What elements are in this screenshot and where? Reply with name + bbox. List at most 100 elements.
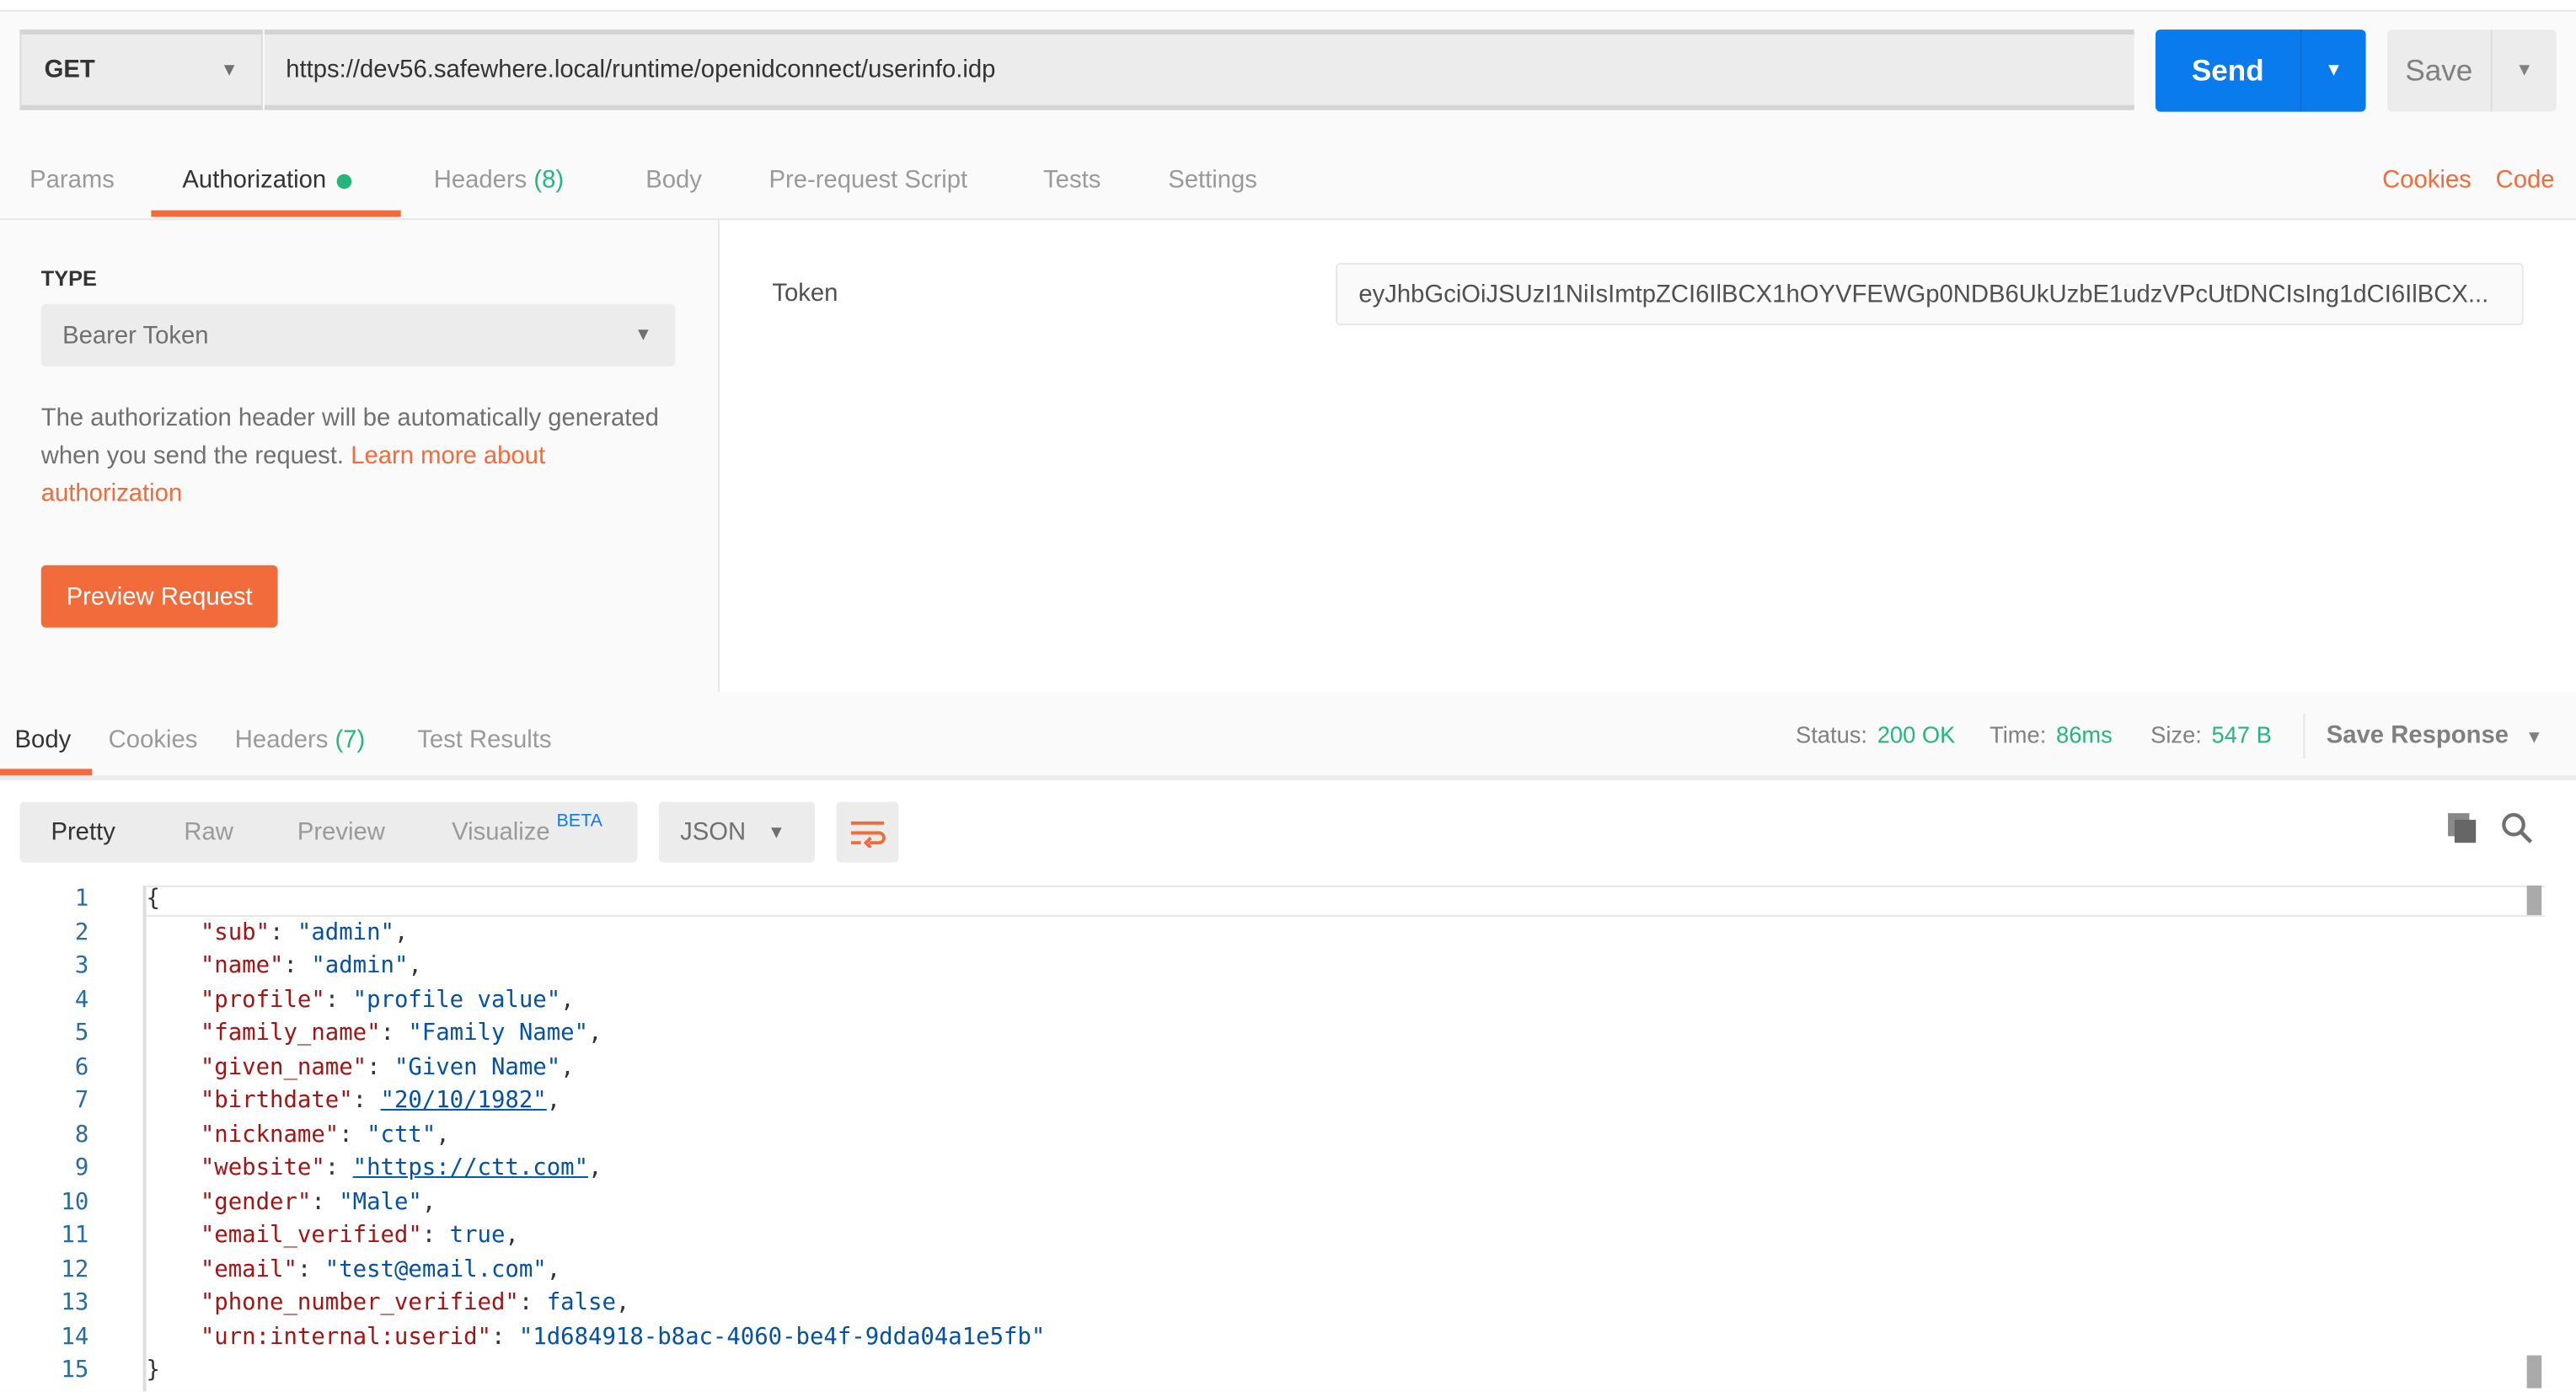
chevron-down-icon: ▼ — [634, 325, 653, 345]
json-key: "email" — [200, 1255, 297, 1282]
wrap-lines-button[interactable] — [836, 801, 899, 863]
line-number: 7 — [74, 1087, 89, 1114]
view-pretty-button[interactable]: Pretty — [51, 818, 115, 846]
save-response-button[interactable]: Save Response ▼ — [2327, 721, 2543, 749]
copy-icon[interactable] — [2446, 811, 2479, 853]
tab-params[interactable]: Params — [29, 166, 115, 194]
top-tab-strip — [0, 0, 2576, 12]
auth-description: The authorization header will be automat… — [41, 399, 682, 513]
line-number: 9 — [74, 1154, 89, 1181]
json-key: "profile" — [200, 986, 325, 1013]
beta-badge: BETA — [556, 811, 602, 832]
json-value: true — [449, 1222, 506, 1249]
code-line: "profile": "profile value", — [200, 986, 575, 1013]
tab-settings[interactable]: Settings — [1168, 166, 1257, 194]
auth-type-value: Bearer Token — [62, 321, 209, 350]
code-line: "birthdate": "20/10/1982", — [200, 1087, 561, 1114]
format-select[interactable]: JSON ▼ — [658, 801, 816, 863]
json-value: "profile value" — [352, 986, 561, 1013]
preview-request-button[interactable]: Preview Request — [40, 565, 278, 628]
search-icon[interactable] — [2500, 811, 2533, 853]
time-label: Time: — [1990, 720, 2047, 748]
json-value: "1d684918-b8ac-4060-be4f-9dda04a1e5fb" — [518, 1323, 1046, 1350]
auth-type-select[interactable]: Bearer Token ▼ — [40, 303, 676, 367]
json-value: "Family Name" — [408, 1020, 589, 1047]
postman-window: GET ▼ https://dev56.safewhere.local/runt… — [0, 0, 2576, 1392]
active-tab-underline — [0, 768, 93, 776]
code-line: "sub": "admin", — [200, 918, 409, 946]
code-line: } — [146, 1357, 160, 1384]
punctuation: , — [436, 1121, 450, 1148]
line-number: 1 — [74, 885, 89, 913]
punctuation: , — [546, 1255, 561, 1282]
punctuation: , — [588, 1154, 602, 1181]
json-key: "name" — [200, 952, 284, 980]
tab-authorization[interactable]: Authorization — [182, 166, 351, 194]
status-value: 200 OK — [1877, 720, 1956, 748]
json-key: "sub" — [200, 918, 270, 946]
tab-response-body[interactable]: Body — [15, 726, 72, 754]
chevron-down-icon: ▼ — [220, 60, 238, 80]
scrollbar-thumb[interactable] — [2526, 885, 2542, 915]
line-number: 11 — [61, 1222, 89, 1249]
send-options-chevron-icon[interactable]: ▼ — [2300, 29, 2366, 112]
tab-pre-request-script[interactable]: Pre-request Script — [769, 166, 967, 194]
json-value: "test@email.com" — [324, 1255, 547, 1282]
send-button[interactable]: Send — [2156, 29, 2300, 111]
tab-response-headers[interactable]: Headers (7) — [235, 726, 365, 754]
punctuation: , — [546, 1087, 561, 1114]
cookies-link[interactable]: Cookies — [2382, 166, 2472, 194]
punctuation: , — [588, 1020, 602, 1047]
line-number: 8 — [74, 1121, 89, 1148]
tab-test-results[interactable]: Test Results — [417, 726, 551, 754]
view-raw-button[interactable]: Raw — [184, 818, 233, 846]
code-line: "gender": "Male", — [200, 1188, 436, 1215]
visualize-label: Visualize — [452, 817, 550, 847]
json-key: "family_name" — [200, 1020, 381, 1047]
line-number: 13 — [61, 1289, 89, 1316]
code-line: "given_name": "Given Name", — [200, 1053, 575, 1080]
line-number: 15 — [61, 1357, 89, 1384]
punctuation: , — [408, 952, 422, 980]
headers-count: (8) — [533, 165, 565, 195]
url-input[interactable]: https://dev56.safewhere.local/runtime/op… — [264, 29, 2134, 110]
token-input[interactable]: eyJhbGciOiJSUzI1NiIsImtpZCI6IlBCX1hOYVFE… — [1336, 262, 2524, 326]
code-line: "urn:internal:userid": "1d684918-b8ac-40… — [200, 1323, 1046, 1350]
tab-response-cookies[interactable]: Cookies — [109, 726, 198, 754]
json-key: "urn:internal:userid" — [200, 1323, 491, 1350]
line-number: 6 — [74, 1053, 89, 1080]
code-link[interactable]: Code — [2496, 166, 2555, 194]
tab-body[interactable]: Body — [645, 166, 702, 194]
json-key: "email_verified" — [200, 1222, 422, 1249]
code-line: "website": "https://ctt.com", — [200, 1154, 602, 1181]
json-key: "gender" — [200, 1188, 312, 1215]
json-value: "Male" — [339, 1188, 422, 1215]
save-options-chevron-icon[interactable]: ▼ — [2490, 29, 2557, 112]
punctuation: , — [505, 1222, 519, 1249]
status-label: Status: — [1796, 720, 1868, 748]
punctuation: , — [394, 918, 409, 946]
tab-headers[interactable]: Headers (8) — [434, 166, 564, 194]
json-value: "admin" — [311, 952, 409, 980]
line-number: 2 — [74, 918, 89, 946]
save-response-label: Save Response — [2326, 720, 2509, 750]
method-select[interactable]: GET ▼ — [19, 29, 263, 110]
line-number: 3 — [74, 952, 89, 980]
chevron-down-icon: ▼ — [767, 822, 785, 843]
view-visualize-button[interactable]: Visualize BETA — [452, 811, 602, 847]
save-button-group: Save ▼ — [2386, 29, 2557, 112]
method-value: GET — [44, 56, 95, 84]
token-value: eyJhbGciOiJSUzI1NiIsImtpZCI6IlBCX1hOYVFE… — [1358, 280, 2489, 308]
save-button[interactable]: Save — [2387, 29, 2491, 111]
tab-tests[interactable]: Tests — [1043, 166, 1101, 194]
scrollbar-thumb[interactable] — [2526, 1355, 2542, 1389]
code-line: "phone_number_verified": false, — [200, 1289, 630, 1316]
size-value: 547 B — [2211, 720, 2272, 748]
punctuation: , — [560, 1053, 575, 1080]
punctuation: , — [560, 986, 575, 1013]
token-label: Token — [772, 279, 838, 308]
request-tabs: Params Authorization Headers (8) Body Pr… — [0, 151, 2576, 221]
code-line: "nickname": "ctt", — [200, 1121, 450, 1148]
format-value: JSON — [680, 817, 747, 847]
view-preview-button[interactable]: Preview — [297, 818, 385, 846]
